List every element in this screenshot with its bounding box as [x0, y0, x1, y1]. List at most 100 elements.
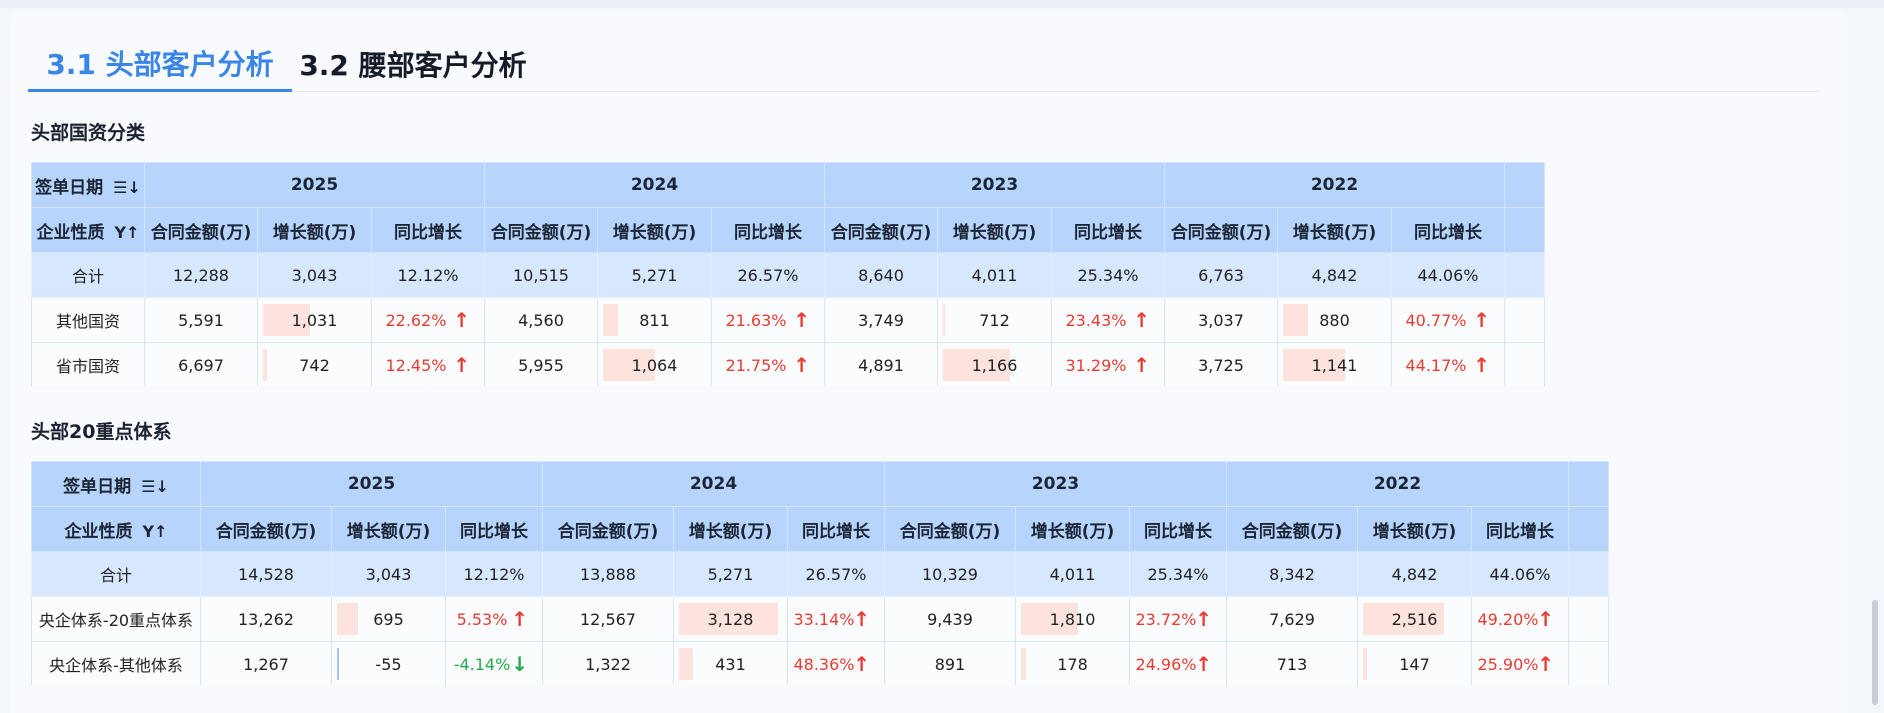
metric-header-label: 同比增长: [802, 521, 870, 542]
arrow-up-icon: ↑: [793, 308, 810, 332]
arrow-up-icon: ↑: [1133, 308, 1150, 332]
metric-header[interactable]: 增长额(万): [1015, 506, 1130, 552]
yoy-value: 23.43%: [1065, 310, 1127, 330]
state-owned-table-container[interactable]: 签单日期 ☰↓ 2025 2024 2023 2022 企业性质 Y↑ 合同金额(万) 增长额(万…: [31, 162, 1821, 386]
metric-header-label: 增长额(万): [612, 222, 697, 243]
metric-header[interactable]: 同比增长: [787, 506, 885, 552]
metric-header[interactable]: 合同金额(万): [884, 506, 1016, 552]
state-owned-table: 签单日期 ☰↓ 2025 2024 2023 2022 企业性质 Y↑ 合同金额(万) 增长额(万…: [31, 162, 1545, 386]
yoy-value: 26.57%: [805, 564, 867, 584]
metric-header-label: 同比增长: [1414, 222, 1482, 243]
metric-header[interactable]: 合同金额(万): [200, 506, 332, 552]
yoy-value: 44.06%: [1489, 564, 1551, 584]
metric-header[interactable]: 合同金额(万): [144, 207, 258, 253]
growth-value: 811: [639, 310, 670, 330]
metric-header[interactable]: 同比增长: [1471, 506, 1569, 552]
arrow-up-icon: ↑: [511, 607, 528, 631]
metric-header[interactable]: 增长额(万): [331, 506, 446, 552]
growth-data-bar: [1283, 304, 1308, 336]
key-system-table-container[interactable]: 签单日期 ☰↓ 2025 2024 2023 2022 企业性质 Y↑ 合同金额(万) 增长额(万…: [31, 461, 1821, 685]
growth-cell: 2,516: [1357, 596, 1472, 642]
top-strip: [0, 0, 1884, 8]
metric-header-label: 增长额(万): [1292, 222, 1377, 243]
amount-cell: 13,888: [542, 551, 674, 597]
metric-header-label: 合同金额(万): [490, 222, 592, 243]
sort-descending-icon[interactable]: ☰↓: [141, 477, 169, 496]
metric-header[interactable]: 增长额(万): [673, 506, 788, 552]
arrow-up-icon: ↑: [1537, 652, 1554, 676]
yoy-cell: 26.57%: [787, 551, 885, 597]
metric-header[interactable]: 同比增长: [1129, 506, 1227, 552]
metric-header[interactable]: 合同金额(万): [484, 207, 598, 253]
metric-header-label: 同比增长: [1074, 222, 1142, 243]
growth-cell: 5,271: [597, 252, 712, 298]
year-header-overflow: [1504, 162, 1545, 208]
metric-header[interactable]: 合同金额(万): [824, 207, 938, 253]
total-row: 合计 12,288 3,043 12.12% 10,515 5,271 26.57% 8,64…: [31, 252, 1545, 298]
type-header: 企业性质 Y↑: [31, 207, 145, 253]
metric-header[interactable]: 增长额(万): [1277, 207, 1392, 253]
yoy-value: 12.12%: [463, 564, 525, 584]
filter-sort-icon[interactable]: Y↑: [143, 522, 168, 541]
yoy-value: 44.17%: [1405, 355, 1467, 375]
amount-cell: 7,629: [1226, 596, 1358, 642]
yoy-cell: 25.34%: [1051, 252, 1165, 298]
year-header: 2025: [144, 162, 485, 208]
year-header: 2025: [200, 461, 543, 507]
vertical-scrollbar[interactable]: [1872, 600, 1878, 705]
amount-cell: 4,560: [484, 297, 598, 343]
metric-header[interactable]: 合同金额(万): [1226, 506, 1358, 552]
metric-header[interactable]: 增长额(万): [597, 207, 712, 253]
yoy-cell: 23.43% ↑: [1051, 297, 1165, 343]
table-row: 省市国资 6,697 742 12.45% ↑ 5,955 1,064 21.75% ↑ 4,89…: [31, 342, 1545, 386]
row-label: 央企体系-20重点体系: [38, 611, 194, 630]
tab-head-customers[interactable]: 3.1 头部客户分析: [28, 36, 292, 92]
amount-value: 12,567: [580, 609, 636, 629]
metric-header[interactable]: 合同金额(万): [1164, 207, 1278, 253]
amount-cell: 6,697: [144, 342, 258, 386]
row-label: 央企体系-其他体系: [49, 656, 183, 675]
year-label: 2024: [689, 474, 738, 494]
metric-header[interactable]: 增长额(万): [257, 207, 372, 253]
growth-cell: 1,031: [257, 297, 372, 343]
row-label-cell: 央企体系-20重点体系: [31, 596, 201, 642]
yoy-value: -4.14%: [453, 654, 511, 674]
growth-data-bar: [337, 603, 358, 635]
amount-value: 8,342: [1269, 564, 1315, 584]
sort-descending-icon[interactable]: ☰↓: [113, 178, 141, 197]
arrow-up-icon: ↑: [453, 353, 470, 377]
metric-header[interactable]: 增长额(万): [1357, 506, 1472, 552]
tab-bar: 3.1 头部客户分析 3.2 腰部客户分析: [28, 36, 1820, 92]
filter-sort-icon[interactable]: Y↑: [115, 223, 140, 242]
amount-value: 14,528: [238, 564, 294, 584]
type-header: 企业性质 Y↑: [31, 506, 201, 552]
metric-header[interactable]: 同比增长: [1051, 207, 1165, 253]
overflow-cell: [1568, 596, 1609, 642]
growth-value: 4,011: [971, 265, 1018, 285]
overflow-cell: [1504, 297, 1545, 343]
yoy-cell: 40.77% ↑: [1391, 297, 1505, 343]
amount-cell: 10,329: [884, 551, 1016, 597]
metric-header[interactable]: 同比增长: [445, 506, 543, 552]
yoy-value: 25.34%: [1147, 564, 1209, 584]
metric-header-label: 合同金额(万): [557, 521, 659, 542]
tab-waist-customers[interactable]: 3.2 腰部客户分析: [298, 36, 528, 92]
metric-header-label: 同比增长: [460, 521, 528, 542]
metric-header[interactable]: 合同金额(万): [542, 506, 674, 552]
amount-cell: 6,763: [1164, 252, 1278, 298]
metric-header[interactable]: 同比增长: [1391, 207, 1505, 253]
metric-header-label: 增长额(万): [688, 521, 773, 542]
yoy-cell: 26.57%: [711, 252, 825, 298]
metric-header[interactable]: 同比增长: [371, 207, 485, 253]
metric-header[interactable]: 增长额(万): [937, 207, 1052, 253]
yoy-cell: 24.96% ↑: [1129, 641, 1227, 685]
header-row-year: 签单日期 ☰↓ 2025 2024 2023 2022: [31, 162, 1545, 208]
yoy-cell: 12.45% ↑: [371, 342, 485, 386]
yoy-value: 22.62%: [385, 310, 447, 330]
growth-data-bar: [263, 349, 267, 381]
metric-header[interactable]: 同比增长: [711, 207, 825, 253]
type-header-label: 企业性质: [64, 521, 133, 542]
yoy-cell: 44.17% ↑: [1391, 342, 1505, 386]
metric-header-overflow: [1504, 207, 1545, 253]
metric-header-label: 增长额(万): [952, 222, 1037, 243]
